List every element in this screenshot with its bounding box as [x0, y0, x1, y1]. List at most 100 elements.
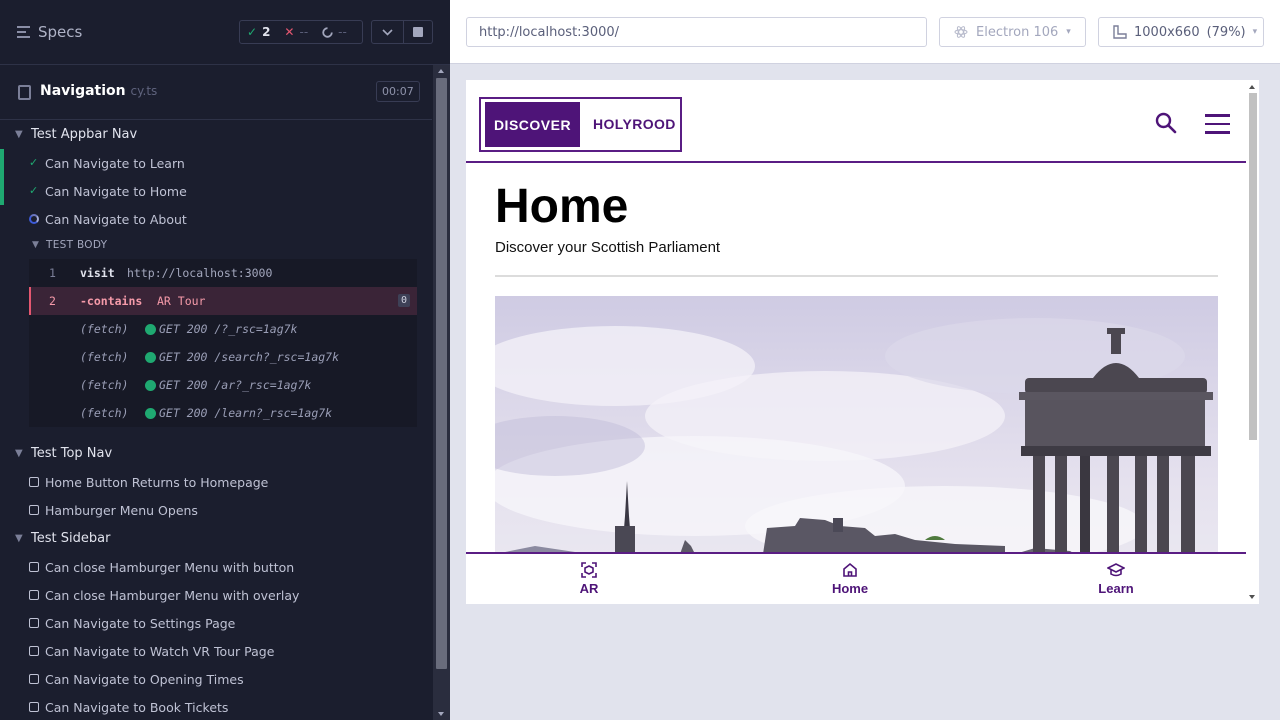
- search-icon[interactable]: [1155, 112, 1177, 134]
- specs-toggle[interactable]: Specs: [17, 23, 82, 41]
- stop-icon: [413, 27, 423, 37]
- test-item[interactable]: Can close Hamburger Menu with button: [0, 553, 432, 581]
- scrollbar-thumb[interactable]: [1249, 93, 1257, 440]
- fetch-row[interactable]: (fetch) GET 200 /?_rsc=1ag7k: [29, 315, 417, 343]
- element-count-badge: 0: [397, 294, 410, 307]
- nav-ar[interactable]: AR: [549, 562, 629, 596]
- test-title: Hamburger Menu Opens: [45, 502, 198, 518]
- command-number: 1: [49, 266, 56, 280]
- viewport-zoom: (79%): [1206, 24, 1246, 40]
- graduation-cap-icon: [1107, 563, 1125, 577]
- failed-count: --: [299, 25, 309, 39]
- test-can-navigate-to-home[interactable]: ✓ Can Navigate to Home: [0, 177, 432, 205]
- test-body-label: TEST BODY: [46, 239, 108, 251]
- command-contains[interactable]: 2 -contains AR Tour 0: [29, 287, 417, 315]
- pending-stat: --: [315, 21, 354, 43]
- pending-icon: [29, 505, 39, 515]
- list-icon: [17, 26, 30, 38]
- suite-title: Test Top Nav: [31, 445, 113, 461]
- test-title: Can Navigate to Watch VR Tour Page: [45, 643, 275, 659]
- scroll-up-icon[interactable]: [1249, 85, 1255, 89]
- fetch-row[interactable]: (fetch) GET 200 /search?_rsc=1ag7k: [29, 343, 417, 371]
- status-dot-icon: [145, 352, 156, 363]
- running-icon: [322, 26, 333, 38]
- test-can-navigate-to-learn[interactable]: ✓ Can Navigate to Learn: [0, 149, 432, 177]
- aut-panel: http://localhost:3000/ Electron 106 ▾ 10…: [450, 0, 1280, 720]
- passed-stat: ✓ 2: [240, 21, 277, 43]
- command-name: -contains: [80, 294, 143, 308]
- scroll-down-icon[interactable]: [1249, 595, 1255, 599]
- test-item[interactable]: Can close Hamburger Menu with overlay: [0, 581, 432, 609]
- test-item[interactable]: Can Navigate to Opening Times: [0, 665, 432, 693]
- specs-label: Specs: [38, 23, 83, 41]
- test-title: Can Navigate to Home: [45, 183, 187, 199]
- spec-header: Navigation cy.ts 00:07: [0, 65, 432, 120]
- test-title: Can Navigate to About: [45, 211, 187, 227]
- scrollbar-thumb[interactable]: [436, 78, 447, 669]
- nav-label: Learn: [1098, 581, 1134, 596]
- suite-test-sidebar[interactable]: ▼ Test Sidebar: [0, 524, 432, 552]
- viewport-info[interactable]: 1000x660 (79%) ▾: [1098, 17, 1264, 47]
- passed-indicator: [0, 149, 4, 177]
- app-scrollbar[interactable]: [1246, 80, 1259, 604]
- test-item[interactable]: Can Navigate to Watch VR Tour Page: [0, 637, 432, 665]
- nav-home[interactable]: Home: [810, 562, 890, 596]
- stop-button[interactable]: [404, 20, 433, 44]
- pending-count: --: [338, 25, 347, 39]
- scroll-down-icon[interactable]: [438, 712, 444, 716]
- suite-title: Test Sidebar: [31, 530, 111, 546]
- caret-down-icon: ▼: [32, 240, 39, 250]
- suite-test-top-nav[interactable]: ▼ Test Top Nav: [0, 439, 432, 467]
- pending-icon: [29, 562, 39, 572]
- test-title: Can Navigate to Learn: [45, 155, 185, 171]
- command-visit[interactable]: 1 visit http://localhost:3000: [29, 259, 417, 287]
- scroll-up-icon[interactable]: [438, 69, 444, 73]
- test-title: Can Navigate to Book Tickets: [45, 699, 229, 715]
- test-item[interactable]: Home Button Returns to Homepage: [0, 468, 432, 496]
- command-name: visit: [80, 266, 115, 280]
- fetch-label: (fetch): [80, 406, 129, 420]
- ar-scan-icon: [581, 562, 597, 578]
- test-body-header[interactable]: ▼ TEST BODY: [0, 232, 432, 259]
- hamburger-menu-icon[interactable]: [1205, 114, 1230, 134]
- fetch-label: (fetch): [80, 378, 129, 392]
- browser-selector[interactable]: Electron 106 ▾: [939, 17, 1086, 47]
- test-item[interactable]: Can Navigate to Settings Page: [0, 609, 432, 637]
- pending-icon: [29, 702, 39, 712]
- test-can-navigate-to-about[interactable]: Can Navigate to About: [0, 205, 432, 233]
- pending-icon: [29, 477, 39, 487]
- bottom-navigation: AR Home Learn: [466, 552, 1246, 604]
- url-bar[interactable]: http://localhost:3000/: [466, 17, 927, 47]
- command-arg: AR Tour: [157, 294, 206, 308]
- passed-count: 2: [262, 25, 271, 39]
- reporter-scrollbar[interactable]: [433, 65, 450, 720]
- spinner-icon: [29, 214, 39, 224]
- test-title: Can close Hamburger Menu with overlay: [45, 587, 300, 603]
- app-frame: DISCOVER HOLYROOD Home Discover your Sco…: [466, 80, 1259, 604]
- status-dot-icon: [145, 408, 156, 419]
- fetch-text: GET 200 /search?_rsc=1ag7k: [159, 350, 340, 364]
- caret-down-icon: ▼: [15, 447, 23, 459]
- collapse-button[interactable]: [371, 20, 404, 44]
- reporter-header: Specs ✓ 2 ✕ -- --: [0, 0, 450, 65]
- nav-learn[interactable]: Learn: [1076, 562, 1156, 596]
- logo-discover: DISCOVER: [485, 102, 580, 147]
- caret-down-icon: ▼: [15, 532, 23, 544]
- spec-duration: 00:07: [376, 81, 420, 102]
- nav-label: AR: [579, 581, 599, 596]
- test-item[interactable]: Hamburger Menu Opens: [0, 496, 432, 524]
- spec-title: Navigation cy.ts: [40, 83, 158, 99]
- fetch-row[interactable]: (fetch) GET 200 /learn?_rsc=1ag7k: [29, 399, 417, 427]
- file-icon: [18, 85, 31, 100]
- test-title: Can close Hamburger Menu with button: [45, 559, 295, 575]
- fetch-row[interactable]: (fetch) GET 200 /ar?_rsc=1ag7k: [29, 371, 417, 399]
- discover-holyrood-logo[interactable]: DISCOVER HOLYROOD: [479, 97, 682, 152]
- fetch-label: (fetch): [80, 322, 129, 336]
- suite-test-appbar-nav[interactable]: ▼ Test Appbar Nav: [0, 120, 432, 148]
- viewport-size: 1000x660: [1134, 24, 1200, 40]
- test-title: Can Navigate to Opening Times: [45, 671, 244, 687]
- chevron-down-icon: ▾: [1066, 27, 1071, 37]
- test-title: Can Navigate to Settings Page: [45, 615, 236, 631]
- test-item[interactable]: Can Navigate to Book Tickets: [0, 693, 432, 720]
- fetch-text: GET 200 /ar?_rsc=1ag7k: [159, 378, 312, 392]
